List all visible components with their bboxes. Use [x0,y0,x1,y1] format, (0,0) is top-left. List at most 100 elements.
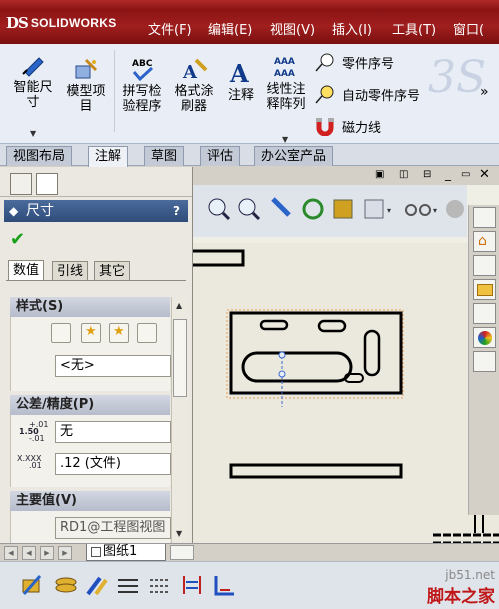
tolerance-section-title: 公差/精度(P) [16,397,95,412]
menu-insert[interactable]: 插入(I) [332,19,372,38]
prev-sheet-icon[interactable]: ◀ [22,546,36,560]
style-section-body: ★ ★ <无> [10,317,171,391]
appearances-icon[interactable] [473,327,496,348]
display-style-icon[interactable]: ▾ [364,199,391,219]
view-settings-icon[interactable]: ▾ [405,204,437,216]
note-button[interactable]: A 注释 [224,58,258,103]
graphics-area[interactable]: ▣ ◫ ⊟ _ ▭ ✕ ▾ ▾ [193,167,499,543]
tolerance-section-body: +.01 1.50 -.01 无 X.XXX .01 .12 (文件) [10,415,171,487]
maximize-icon[interactable]: ▭ [461,169,470,180]
solidworks-logo[interactable]: DS SOLIDWORKS [6,12,132,34]
chevron-down-icon[interactable]: ▼ [30,126,36,141]
balloon-button[interactable]: 零件序号 [314,52,394,72]
file-explorer-icon[interactable] [473,279,496,300]
custom-properties-icon[interactable] [473,351,496,372]
menu-file[interactable]: 文件(F) [148,19,192,38]
scroll-down-icon[interactable]: ▼ [176,529,182,538]
ribbon-separator [114,50,115,132]
design-library-icon[interactable] [473,255,496,276]
property-manager-title: ◆ 尺寸 ? [4,200,188,222]
window-restore-icon[interactable]: ▣ [375,169,384,180]
tab-annotation[interactable]: 注解 [88,146,129,167]
rebuild-icon[interactable] [302,198,324,220]
help-icon[interactable]: ? [173,200,180,222]
menu-tools[interactable]: 工具(T) [392,19,436,38]
brand-name: SOLIDWORKS [30,16,117,30]
tab-evaluate[interactable]: 评估 [200,146,241,166]
primary-value-section-title: 主要值(V) [16,493,77,508]
line-thickness-icon[interactable] [116,572,140,598]
format-painter-label-1: 格式涂 [174,84,214,99]
close-icon[interactable]: ✕ [479,167,490,182]
delete-style-icon[interactable]: ★ [109,323,129,343]
tolerance-section-header[interactable]: 公差/精度(P) [10,395,170,415]
scroll-up-icon[interactable]: ▲ [176,301,182,310]
linear-note-pattern-button[interactable]: AAA AAA 线性注 释阵列 ▼ [262,54,310,144]
magnetic-line-button[interactable]: 磁力线 [314,116,381,137]
svg-text:▾: ▾ [433,206,437,215]
spell-checker-button[interactable]: ABC 拼写检 验程序 [118,56,166,114]
line-style-icon[interactable] [148,572,172,598]
task-pane: ⌂ [468,205,499,515]
smart-dimension-button[interactable]: 智能尺 寸 ▼ [8,52,58,138]
apply-style-icon[interactable] [51,323,71,343]
hide-show-edges-icon[interactable] [180,572,204,598]
color-display-mode-icon[interactable] [212,572,236,598]
primary-value-field[interactable]: RD1@工程图视图 [55,517,171,539]
ds-logo-mark: DS [6,14,29,32]
menu-view[interactable]: 视图(V) [270,19,315,38]
precision-select[interactable]: .12 (文件) [55,453,171,475]
layers-icon[interactable] [54,572,78,598]
style-section-header[interactable]: 样式(S) [10,297,170,317]
tab-sketch[interactable]: 草图 [144,146,185,166]
window-tile-icon[interactable]: ◫ [399,169,408,180]
sheet-tab[interactable]: 图纸1 [86,544,166,561]
zoom-area-icon[interactable] [238,198,261,221]
view-orientation-icon[interactable] [333,199,353,219]
magnet-icon [314,116,336,137]
auto-balloon-label: 自动零件序号 [342,88,421,104]
aaa-text-2: AAA [274,69,295,79]
next-sheet-icon[interactable]: ▶ [40,546,54,560]
line-color-icon[interactable] [84,572,108,598]
home-icon[interactable]: ⌂ [473,231,496,252]
spell-check-icon: ABC [128,56,156,82]
style-select[interactable]: <无> [55,355,171,377]
precision-icon: X.XXX .01 [17,455,51,470]
menu-edit[interactable]: 编辑(E) [208,19,252,38]
tab-view-layout[interactable]: 视图布局 [6,146,73,166]
drawing-sheet[interactable] [193,243,499,543]
save-style-icon[interactable] [137,323,157,343]
property-manager-panel: ◆ 尺寸 ? ✔ 数值 引线 其它 样式(S) ★ ★ <无> 公差/精度(P)… [0,167,193,543]
previous-view-icon[interactable] [271,197,291,217]
subtab-leaders[interactable]: 引线 [52,261,89,281]
tolerance-type-select[interactable]: 无 [55,421,171,443]
balloon-label: 零件序号 [342,56,395,72]
primary-value-section-header[interactable]: 主要值(V) [10,491,170,511]
tab-office-products[interactable]: 办公室产品 [254,146,334,166]
subtab-other[interactable]: 其它 [94,261,131,281]
first-sheet-icon[interactable]: ◀ [4,546,18,560]
view-palette-icon[interactable] [473,303,496,324]
aaa-text-1: AAA [274,57,295,67]
add-sheet-icon[interactable] [170,545,194,560]
drawing-geometry [193,249,499,543]
subtab-value[interactable]: 数值 [8,260,45,281]
minimize-icon[interactable]: _ [445,167,451,181]
window-cascade-icon[interactable]: ⊟ [423,169,431,180]
menu-window[interactable]: 窗口( [453,19,484,38]
feature-tree-tab-icon[interactable] [10,173,32,195]
last-sheet-icon[interactable]: ▶ [58,546,72,560]
model-items-button[interactable]: 模型项 目 [62,56,110,114]
add-style-icon[interactable]: ★ [81,323,101,343]
solidworks-resources-icon[interactable] [473,207,496,228]
panel-scrollbar[interactable]: ▲ ▼ [171,297,188,543]
layer-properties-icon[interactable] [20,572,44,598]
appearance-icon[interactable] [446,200,464,218]
ok-check-icon[interactable]: ✔ [10,229,25,250]
zoom-to-fit-icon[interactable] [208,198,231,221]
property-manager-tab-icon[interactable] [36,173,58,195]
auto-balloon-button[interactable]: 自动零件序号 [314,84,420,104]
scroll-thumb[interactable] [173,319,187,397]
format-painter-button[interactable]: A 格式涂 刷器 [170,56,218,114]
